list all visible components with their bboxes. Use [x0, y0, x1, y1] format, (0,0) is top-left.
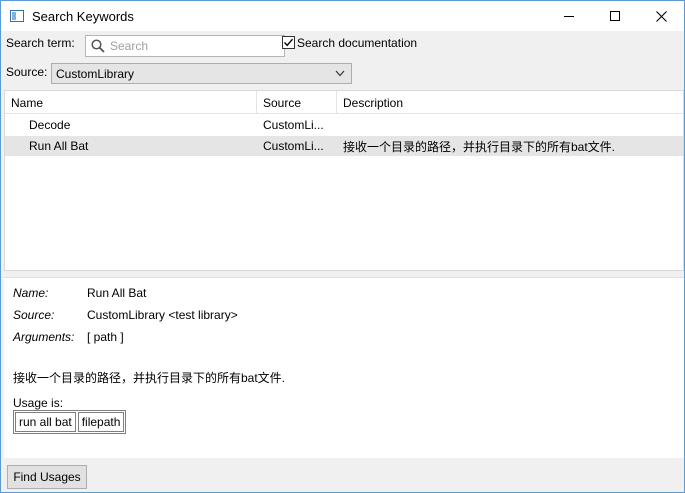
row-source: CustomLi...: [263, 139, 324, 153]
column-header-description[interactable]: Description: [337, 91, 683, 114]
detail-name-value: Run All Bat: [87, 286, 147, 300]
row-name: Run All Bat: [29, 139, 89, 153]
usage-cell: filepath: [77, 412, 125, 432]
keywords-table: Name Source Description Decode CustomLi.…: [4, 90, 684, 271]
minimize-button[interactable]: [546, 1, 592, 31]
window-title: Search Keywords: [32, 8, 134, 24]
table-row-selected[interactable]: Run All Bat CustomLi... 接收一个目录的路径，并执行目录下…: [5, 136, 683, 156]
detail-name-label: Name:: [13, 286, 49, 300]
search-input[interactable]: [110, 39, 270, 53]
table-row[interactable]: Decode CustomLi...: [5, 115, 683, 135]
chevron-down-icon: [335, 70, 345, 77]
search-keywords-dialog: Search Keywords Search term: Search Sear…: [0, 0, 685, 493]
source-selected-value: CustomLibrary: [56, 66, 135, 81]
usage-label: Usage is:: [13, 396, 64, 410]
usage-table: run all bat filepath: [13, 410, 127, 434]
find-usages-button[interactable]: Find Usages: [7, 465, 87, 489]
search-term-label: Search term:: [6, 36, 75, 50]
search-icon: [91, 39, 105, 53]
detail-arguments-value: [ path ]: [87, 330, 124, 344]
close-button[interactable]: [638, 1, 684, 31]
checkmark-icon: [283, 38, 294, 47]
row-description: 接收一个目录的路径，并执行目录下的所有bat文件.: [343, 139, 616, 154]
usage-cell: run all bat: [15, 412, 76, 432]
search-documentation-checkbox[interactable]: [282, 36, 295, 49]
detail-source-value: CustomLibrary <test library>: [87, 308, 238, 322]
column-header-source[interactable]: Source: [257, 91, 337, 114]
table-header: Name Source Description: [5, 91, 683, 114]
search-row: Search term: Search documentation: [5, 34, 681, 58]
source-row: Source: CustomLibrary: [5, 63, 681, 85]
detail-description: 接收一个目录的路径，并执行目录下的所有bat文件.: [13, 371, 286, 385]
close-icon: [655, 10, 667, 22]
window-controls: [546, 1, 684, 31]
maximize-button[interactable]: [592, 1, 638, 31]
source-label: Source:: [6, 65, 48, 79]
column-header-name[interactable]: Name: [5, 91, 257, 114]
keyword-details-pane: Name: Run All Bat Source: CustomLibrary …: [4, 277, 684, 458]
app-window-icon: [10, 10, 24, 22]
row-name: Decode: [29, 118, 71, 132]
title-bar: Search Keywords: [1, 1, 684, 31]
detail-arguments-label: Arguments:: [13, 330, 75, 344]
detail-source-label: Source:: [13, 308, 55, 322]
search-documentation-label[interactable]: Search documentation: [297, 36, 417, 50]
search-input-box[interactable]: [85, 35, 285, 57]
source-select[interactable]: CustomLibrary: [51, 63, 352, 84]
minimize-icon: [564, 15, 574, 17]
row-source: CustomLi...: [263, 118, 324, 132]
maximize-icon: [610, 11, 620, 21]
